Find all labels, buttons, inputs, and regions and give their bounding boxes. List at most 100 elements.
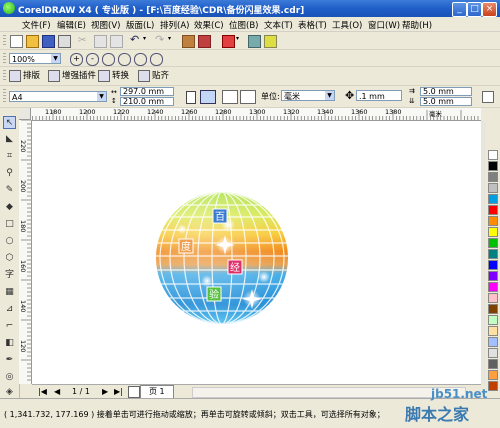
zoom-selected-icon[interactable] — [102, 53, 115, 66]
first-page-icon[interactable]: |◀ — [38, 387, 47, 396]
color-swatch[interactable] — [488, 249, 498, 259]
layout-plugin-button[interactable]: 排版 — [9, 69, 40, 83]
label-box-yan[interactable]: 验 — [206, 286, 222, 302]
undo-icon[interactable]: ↶ — [130, 34, 141, 45]
color-swatch[interactable] — [488, 348, 498, 358]
open-icon[interactable] — [26, 35, 39, 48]
save-icon[interactable] — [42, 35, 55, 48]
crop-tool-icon[interactable]: ⌗ — [3, 150, 16, 163]
horizontal-ruler[interactable]: 1180 1200 1220 1240 1260 1280 1300 1320 … — [19, 108, 481, 121]
color-swatch[interactable] — [488, 271, 498, 281]
paper-type-select[interactable]: A4 ▼ — [9, 91, 107, 102]
snap-plugin-button[interactable]: 贴齐 — [138, 69, 169, 83]
menu-text[interactable]: 文本(T) — [264, 19, 293, 31]
redo-dropdown-icon[interactable]: ▾ — [168, 35, 179, 46]
menu-arrange[interactable]: 排列(A) — [160, 19, 189, 31]
ellipse-tool-icon[interactable]: ○ — [3, 235, 16, 248]
zoom-in-icon[interactable]: + — [70, 53, 83, 66]
all-pages-icon[interactable] — [222, 90, 238, 104]
page-width-input[interactable]: 297.0 mm — [120, 87, 174, 96]
vertical-ruler[interactable]: 220 200 180 160 140 120 — [19, 120, 32, 384]
menu-help[interactable]: 帮助(H) — [402, 19, 432, 31]
copy-icon[interactable] — [94, 35, 107, 48]
minimize-button[interactable]: _ — [452, 2, 467, 17]
color-swatch[interactable] — [488, 260, 498, 270]
maximize-button[interactable]: □ — [467, 2, 482, 17]
interactive-blend-tool-icon[interactable]: ◧ — [3, 337, 16, 350]
menu-table[interactable]: 表格(T) — [298, 19, 327, 31]
menu-tools[interactable]: 工具(O) — [332, 19, 362, 31]
welcome-screen-icon[interactable] — [248, 35, 261, 48]
color-swatch[interactable] — [488, 282, 498, 292]
convert-plugin-button[interactable]: 转换 — [98, 69, 129, 83]
color-swatch[interactable] — [488, 370, 498, 380]
enhance-plugin-button[interactable]: 增强插件 — [48, 69, 96, 83]
smart-fill-tool-icon[interactable]: ◆ — [3, 201, 16, 214]
next-page-icon[interactable]: ▶ — [102, 387, 108, 396]
import-icon[interactable] — [182, 35, 195, 48]
duplicate-x-input[interactable]: 5.0 mm — [420, 87, 472, 96]
menu-file[interactable]: 文件(F) — [22, 19, 51, 31]
dimension-tool-icon[interactable]: ⊿ — [3, 303, 16, 316]
table-tool-icon[interactable]: ▦ — [3, 286, 16, 299]
ruler-origin[interactable] — [19, 108, 31, 120]
eyedropper-tool-icon[interactable]: ✒ — [3, 354, 16, 367]
color-swatch[interactable] — [488, 238, 498, 248]
duplicate-y-input[interactable]: 5.0 mm — [420, 97, 472, 106]
landscape-icon[interactable] — [200, 90, 216, 104]
color-swatch[interactable] — [488, 315, 498, 325]
color-swatch[interactable] — [488, 161, 498, 171]
polygon-tool-icon[interactable]: ⬡ — [3, 252, 16, 265]
application-launcher-icon[interactable] — [222, 35, 235, 48]
color-swatch[interactable] — [488, 227, 498, 237]
current-page-icon[interactable] — [240, 90, 256, 104]
zoom-all-objects-icon[interactable] — [118, 53, 131, 66]
prev-page-icon[interactable]: ◀ — [54, 387, 60, 396]
color-swatch[interactable] — [488, 194, 498, 204]
menu-window[interactable]: 窗口(W) — [368, 19, 400, 31]
color-swatch[interactable] — [488, 326, 498, 336]
zoom-tool-icon[interactable]: ⚲ — [3, 167, 16, 180]
print-icon[interactable] — [58, 35, 71, 48]
undo-dropdown-icon[interactable]: ▾ — [143, 35, 154, 46]
connector-tool-icon[interactable]: ⌐ — [3, 320, 16, 333]
color-swatch[interactable] — [488, 304, 498, 314]
new-icon[interactable] — [10, 35, 23, 48]
menu-edit[interactable]: 编辑(E) — [57, 19, 86, 31]
options-icon[interactable] — [482, 91, 494, 103]
nudge-distance-input[interactable]: .1 mm — [356, 90, 402, 101]
paste-icon[interactable] — [110, 35, 123, 48]
menu-view[interactable]: 视图(V) — [91, 19, 120, 31]
label-box-bai[interactable]: 百 — [212, 208, 228, 224]
text-tool-icon[interactable]: 字 — [3, 269, 16, 282]
color-swatch[interactable] — [488, 205, 498, 215]
color-swatch[interactable] — [488, 216, 498, 226]
outline-tool-icon[interactable]: ◎ — [3, 371, 16, 384]
label-box-du[interactable]: 度 — [178, 238, 194, 254]
menu-effects[interactable]: 效果(C) — [194, 19, 224, 31]
cut-icon[interactable]: ✂ — [78, 35, 89, 46]
close-button[interactable]: × — [482, 2, 497, 17]
freehand-tool-icon[interactable]: ✎ — [3, 184, 16, 197]
zoom-page-icon[interactable] — [134, 53, 147, 66]
color-swatch[interactable] — [488, 293, 498, 303]
rectangle-tool-icon[interactable]: □ — [3, 218, 16, 231]
menu-layout[interactable]: 版面(L) — [126, 19, 154, 31]
redo-icon[interactable]: ↷ — [155, 34, 166, 45]
menu-bitmaps[interactable]: 位图(B) — [229, 19, 258, 31]
color-swatch[interactable] — [488, 337, 498, 347]
last-page-icon[interactable]: ▶| — [114, 387, 123, 396]
export-icon[interactable] — [198, 35, 211, 48]
add-page-icon[interactable] — [128, 386, 140, 398]
portrait-icon[interactable] — [186, 91, 196, 104]
label-box-jing[interactable]: 经 — [227, 259, 243, 275]
zoom-out-icon[interactable]: - — [86, 53, 99, 66]
page-height-input[interactable]: 210.0 mm — [120, 97, 174, 106]
sphere-artwork[interactable]: 百 度 经 验 — [32, 121, 481, 384]
color-swatch[interactable] — [488, 150, 498, 160]
pick-tool-icon[interactable]: ↖ — [3, 116, 16, 129]
drawing-canvas[interactable]: 百 度 经 验 — [32, 121, 481, 384]
shape-tool-icon[interactable]: ◣ — [3, 133, 16, 146]
zoom-page-width-icon[interactable] — [150, 53, 163, 66]
zoom-level-select[interactable]: 100% ▼ — [9, 53, 61, 64]
